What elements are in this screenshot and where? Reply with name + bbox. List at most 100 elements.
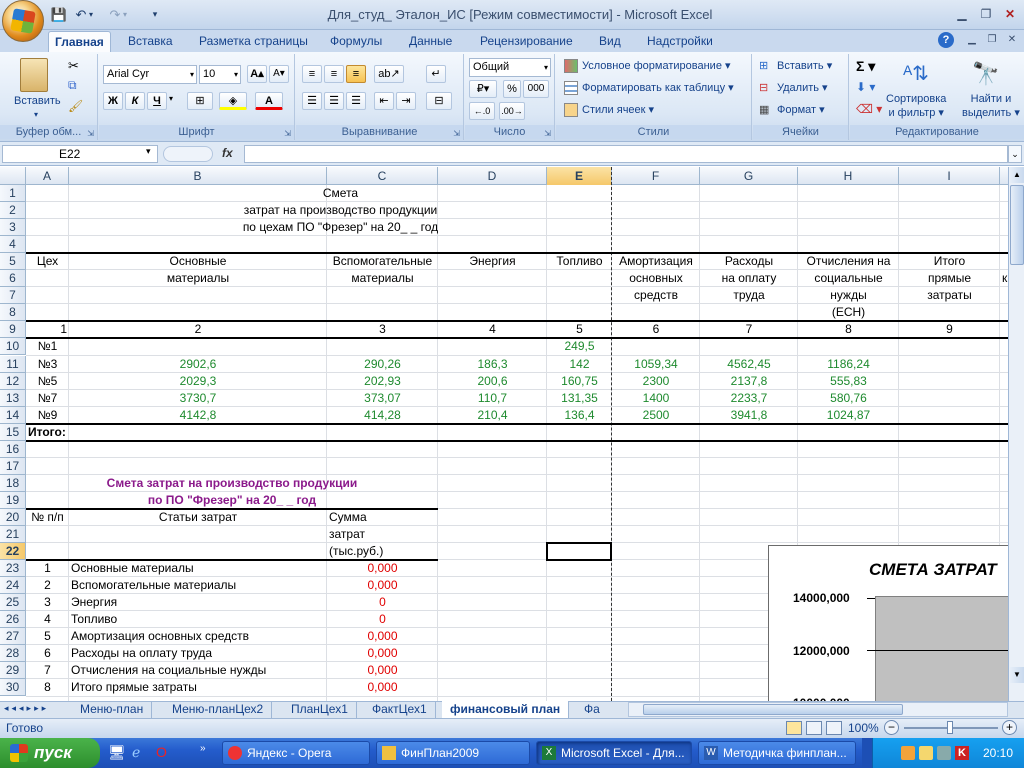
data-cell[interactable]: 2300 [614, 373, 698, 390]
shrink-font-icon[interactable]: A▾ [269, 65, 289, 83]
align-center-icon[interactable]: ☰ [324, 92, 344, 110]
decrease-indent-icon[interactable]: ⇤ [374, 92, 394, 110]
align-middle-icon[interactable]: ≡ [324, 65, 344, 83]
page-break-view-icon[interactable] [826, 721, 842, 735]
align-top-icon[interactable]: ≡ [302, 65, 322, 83]
format-as-table-button[interactable]: Форматировать как таблицу ▾ [582, 81, 734, 95]
column-header[interactable]: B [69, 167, 327, 185]
row-header[interactable]: 19 [0, 491, 26, 509]
summary-item[interactable]: Амортизация основных средств [71, 628, 325, 645]
data-cell[interactable]: 2137,8 [702, 373, 796, 390]
shop-name[interactable]: №7 [28, 390, 67, 407]
column-number[interactable]: 5 [549, 321, 610, 338]
zoom-in-icon[interactable]: + [1002, 720, 1017, 735]
selected-cell[interactable] [546, 542, 612, 562]
row-header[interactable]: 25 [0, 594, 26, 612]
column-heading[interactable]: Топливо [549, 253, 610, 270]
tab-addins[interactable]: Надстройки [641, 31, 719, 52]
data-cell[interactable]: 1400 [614, 390, 698, 407]
fill-icon[interactable]: ⬇ ▾ [856, 80, 875, 94]
row-header[interactable]: 27 [0, 628, 26, 646]
row-header[interactable]: 24 [0, 577, 26, 595]
data-cell[interactable]: 555,83 [800, 373, 897, 390]
data-cell[interactable]: 2233,7 [702, 390, 796, 407]
ribbon-close-icon[interactable]: ✕ [1000, 30, 1024, 50]
row-header[interactable]: 16 [0, 440, 26, 458]
currency-icon[interactable]: ₽▾ [469, 80, 497, 98]
row-header[interactable]: 1 [0, 185, 26, 203]
bold-button[interactable]: Ж [103, 92, 123, 110]
minimize-icon[interactable]: ▁ [950, 4, 974, 24]
summary-number[interactable]: 4 [28, 611, 67, 628]
data-cell[interactable]: 142 [549, 356, 610, 373]
data-cell[interactable]: 414,28 [329, 407, 436, 424]
summary-heading[interactable]: Статьи затрат [71, 509, 325, 526]
vertical-scroll-thumb[interactable] [1010, 185, 1024, 265]
decrease-decimal-icon[interactable]: .00→ [499, 102, 525, 120]
column-heading[interactable]: Энергия [440, 253, 545, 270]
restore-icon[interactable]: ❐ [974, 4, 998, 24]
paste-button[interactable]: Вставить [14, 94, 61, 108]
redo-dropdown-icon[interactable]: ▾ [120, 6, 130, 23]
data-cell[interactable]: 3730,7 [71, 390, 325, 407]
row-header[interactable]: 13 [0, 389, 26, 407]
tab-home[interactable]: Главная [48, 31, 111, 52]
zoom-slider-thumb[interactable] [947, 721, 953, 734]
column-heading[interactable]: основных [614, 270, 698, 287]
summary-sum[interactable]: 0,000 [329, 645, 436, 662]
italic-button[interactable]: К [125, 92, 145, 110]
align-bottom-icon[interactable]: ≡ [346, 65, 366, 83]
row-header[interactable]: 23 [0, 560, 26, 578]
clipboard-launcher-icon[interactable]: ⇲ [87, 129, 94, 138]
data-cell[interactable]: 1059,34 [614, 356, 698, 373]
data-cell[interactable]: 136,4 [549, 407, 610, 424]
summary-sum[interactable]: 0 [329, 611, 436, 628]
clear-icon[interactable]: ⌫ ▾ [856, 102, 882, 116]
column-number[interactable]: 1 [28, 321, 67, 338]
close-icon[interactable]: ✕ [998, 4, 1022, 24]
summary-item[interactable]: Расходы на оплату труда [71, 645, 325, 662]
row-header[interactable]: 26 [0, 611, 26, 629]
column-heading[interactable]: Вспомогательные [329, 253, 436, 270]
paste-icon[interactable] [20, 58, 48, 92]
grow-font-icon[interactable]: A▴ [247, 65, 267, 83]
row-header[interactable]: 14 [0, 406, 26, 424]
alignment-launcher-icon[interactable]: ⇲ [453, 129, 460, 138]
zoom-level[interactable]: 100% [848, 721, 879, 735]
column-heading[interactable]: Отчисления на [800, 253, 897, 270]
summary-title[interactable]: по ПО "Фрезер" на 20_ _ год [26, 492, 438, 509]
row-header[interactable]: 2 [0, 202, 26, 220]
insert-cells-button[interactable]: Вставить ▾ [777, 59, 832, 73]
summary-item[interactable]: Отчисления на социальные нужды [71, 662, 325, 679]
column-heading[interactable]: материалы [71, 270, 325, 287]
tab-view[interactable]: Вид [593, 31, 627, 52]
column-heading[interactable]: Итого [901, 253, 998, 270]
data-cell[interactable]: 249,5 [549, 338, 610, 355]
data-cell[interactable]: 290,26 [329, 356, 436, 373]
copy-icon[interactable]: ⧉ [68, 78, 77, 93]
font-color-icon[interactable]: A [255, 92, 283, 110]
summary-sum[interactable]: 0,000 [329, 679, 436, 696]
help-icon[interactable]: ? [938, 32, 954, 48]
shop-name[interactable]: №3 [28, 356, 67, 373]
summary-sum[interactable]: 0 [329, 594, 436, 611]
summary-heading[interactable]: затрат [329, 526, 436, 543]
expand-formula-bar-icon[interactable]: ⌄ [1008, 145, 1022, 163]
sheet-tab-active[interactable]: финансовый план [442, 701, 570, 718]
percent-button[interactable]: % [503, 80, 521, 98]
chart[interactable]: СМЕТА ЗАТРАТ 14000,000 12000,000 10000,0… [768, 545, 1024, 705]
data-cell[interactable]: 1186,24 [800, 356, 897, 373]
autosum-icon[interactable]: Σ ▾ [856, 58, 875, 75]
summary-number[interactable]: 2 [28, 577, 67, 594]
column-heading[interactable]: Амортизация [614, 253, 698, 270]
customize-qat-icon[interactable]: ▾ [146, 6, 164, 23]
summary-number[interactable]: 6 [28, 645, 67, 662]
summary-item[interactable]: Вспомогательные материалы [71, 577, 325, 594]
conditional-formatting-button[interactable]: Условное форматирование ▾ [582, 59, 731, 73]
column-header[interactable]: C [327, 167, 438, 185]
horizontal-scrollbar[interactable] [628, 702, 1008, 717]
row-header[interactable]: 28 [0, 645, 26, 663]
summary-heading[interactable]: № п/п [28, 509, 67, 526]
wrap-text-icon[interactable]: ↵ [426, 65, 446, 83]
summary-number[interactable]: 8 [28, 679, 67, 696]
